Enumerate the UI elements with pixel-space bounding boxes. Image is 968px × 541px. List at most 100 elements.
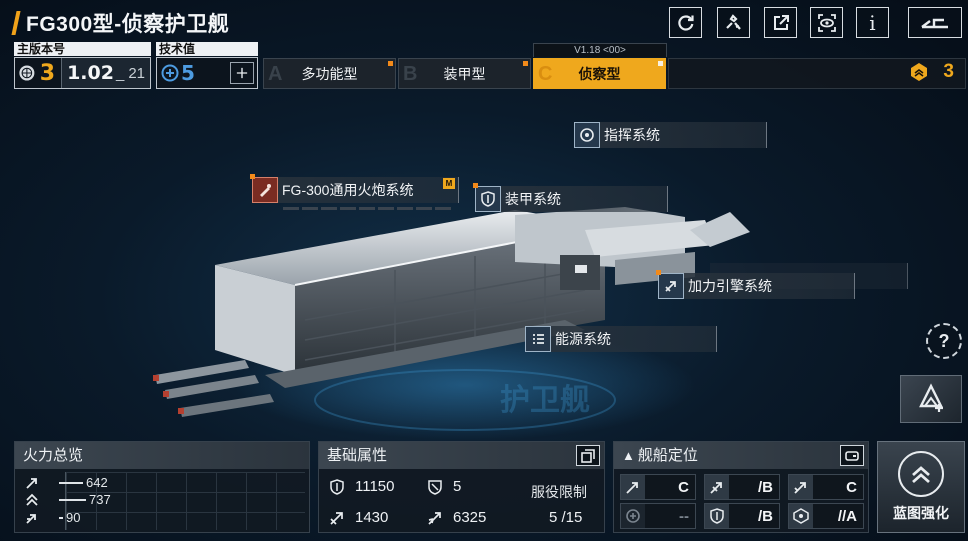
hologram-watermark: 护卫舰 (500, 383, 590, 418)
service-limit-value: 5 /15 (549, 509, 583, 526)
system-engine[interactable]: 加力引擎系统 (656, 270, 855, 299)
gun-mod-badge: M (443, 178, 455, 189)
blueprint-upgrade-button[interactable]: 蓝图强化 (877, 441, 965, 533)
firepower-value: 737 (89, 492, 111, 507)
anti-air-icon (26, 493, 38, 506)
firepower-panel[interactable]: 火力总览 642 737 90 (14, 441, 310, 533)
tab-label: 多功能型 (301, 65, 358, 82)
system-power[interactable]: 能源系统 (525, 326, 717, 352)
system-label: 加力引擎系统 (688, 278, 772, 294)
tab-multifunction[interactable]: A 多功能型 (263, 58, 396, 89)
warp-icon (428, 511, 441, 525)
view-icon (817, 13, 836, 32)
rank-up-button[interactable] (900, 375, 962, 423)
firepower-value: 90 (66, 510, 81, 525)
refresh-icon (677, 14, 694, 31)
gun-icon (252, 177, 278, 203)
anti-air-icon (710, 482, 722, 494)
back-arrow-icon (921, 18, 948, 28)
position-defense: /B (704, 503, 780, 529)
points-icon (911, 63, 928, 81)
copy-icon (581, 448, 595, 463)
major-version: 3 (39, 60, 56, 86)
title-accent (11, 11, 21, 35)
position-siege: C (788, 474, 864, 500)
firepower-row-ship: 642 (25, 475, 108, 490)
page-title: FG300型-侦察护卫舰 (26, 13, 230, 36)
armor-plate-icon (428, 479, 442, 495)
service-limit-label: 服役限制 (531, 484, 587, 500)
siege-icon (26, 513, 36, 524)
tech-add-button[interactable] (230, 62, 254, 84)
speed-icon (330, 511, 343, 525)
position-stealth: //A (788, 503, 864, 529)
tech-panel: 技术值 5 (156, 42, 258, 89)
stealth-icon (793, 508, 809, 524)
attributes-panel[interactable]: 基础属性 11150 5 1430 6325 服役限制 5 /15 (318, 441, 605, 533)
attr-warp: 6325 (427, 509, 486, 526)
version-tag: V1.18 <00> (533, 43, 667, 57)
system-label: FG-300通用火炮系统 (282, 182, 414, 198)
minor-version: 1.02 (67, 62, 114, 84)
position-anti-ship: C (620, 474, 696, 500)
attributes-detail-button[interactable] (576, 445, 600, 466)
info-button[interactable]: i (856, 7, 889, 38)
anti-ship-icon (626, 482, 638, 494)
firepower-title: 火力总览 (15, 442, 309, 469)
tech-icon (161, 64, 179, 82)
system-label: 装甲系统 (505, 191, 561, 207)
hp-shield-icon (330, 478, 344, 495)
firepower-value: 642 (86, 475, 108, 490)
system-label: 能源系统 (555, 331, 611, 347)
engine-icon (658, 273, 684, 299)
share-icon (773, 14, 789, 30)
minor-version-tile: 1.02 _ 21 (61, 58, 150, 88)
tab-label: 装甲型 (443, 65, 486, 82)
position-icon: ▲ (622, 448, 635, 463)
version-header: 主版本号 (14, 42, 151, 56)
gun-level-pips (283, 207, 451, 210)
tools-button[interactable] (717, 7, 750, 38)
shield-icon (710, 508, 724, 524)
attr-armor: 5 (427, 478, 461, 495)
version-panel: 主版本号 3 1.02 _ 21 (14, 42, 151, 89)
points-counter[interactable]: 3 (909, 61, 954, 83)
siege-icon (794, 482, 806, 494)
ship-model[interactable]: 护卫舰 (145, 170, 765, 440)
plus-icon (236, 67, 248, 79)
refresh-button[interactable] (669, 7, 702, 38)
blueprint-chevron-icon (898, 451, 944, 497)
armor-icon (475, 186, 501, 212)
blueprint-label: 蓝图强化 (893, 505, 949, 521)
tab-scout[interactable]: C 侦察型 (533, 58, 666, 89)
system-command[interactable]: 指挥系统 (574, 122, 767, 148)
share-button[interactable] (764, 7, 797, 38)
attributes-title: 基础属性 (327, 447, 388, 464)
tech-header: 技术值 (156, 42, 258, 56)
patch-version: 21 (128, 64, 145, 82)
rank-up-icon (919, 383, 943, 412)
anti-ship-icon (26, 477, 37, 489)
system-label: 指挥系统 (604, 127, 660, 143)
help-button[interactable]: ? (926, 323, 962, 359)
command-icon (574, 122, 600, 148)
system-armor[interactable]: 装甲系统 (473, 183, 668, 212)
back-button[interactable] (908, 7, 962, 38)
position-detail-button[interactable] (840, 445, 864, 466)
points-value: 3 (943, 61, 954, 82)
globe-icon (19, 65, 35, 81)
attr-speed: 1430 (329, 509, 388, 526)
firepower-row-air: 737 (25, 492, 111, 507)
title-bar: FG300型-侦察护卫舰 (11, 8, 230, 38)
position-title: 舰船定位 (637, 447, 698, 464)
attr-hp: 11150 (329, 478, 395, 495)
tab-armored[interactable]: B 装甲型 (398, 58, 531, 89)
info-icon: i (869, 10, 876, 35)
position-anti-air: /B (704, 474, 780, 500)
ship-position-panel[interactable]: ▲ 舰船定位 C /B C -- /B //A (613, 441, 869, 533)
system-gun[interactable]: FG-300通用火炮系统 (250, 174, 459, 203)
help-icon: ? (938, 330, 950, 351)
view-button[interactable] (810, 7, 843, 38)
tag-icon (845, 450, 859, 461)
position-support: -- (620, 503, 696, 529)
